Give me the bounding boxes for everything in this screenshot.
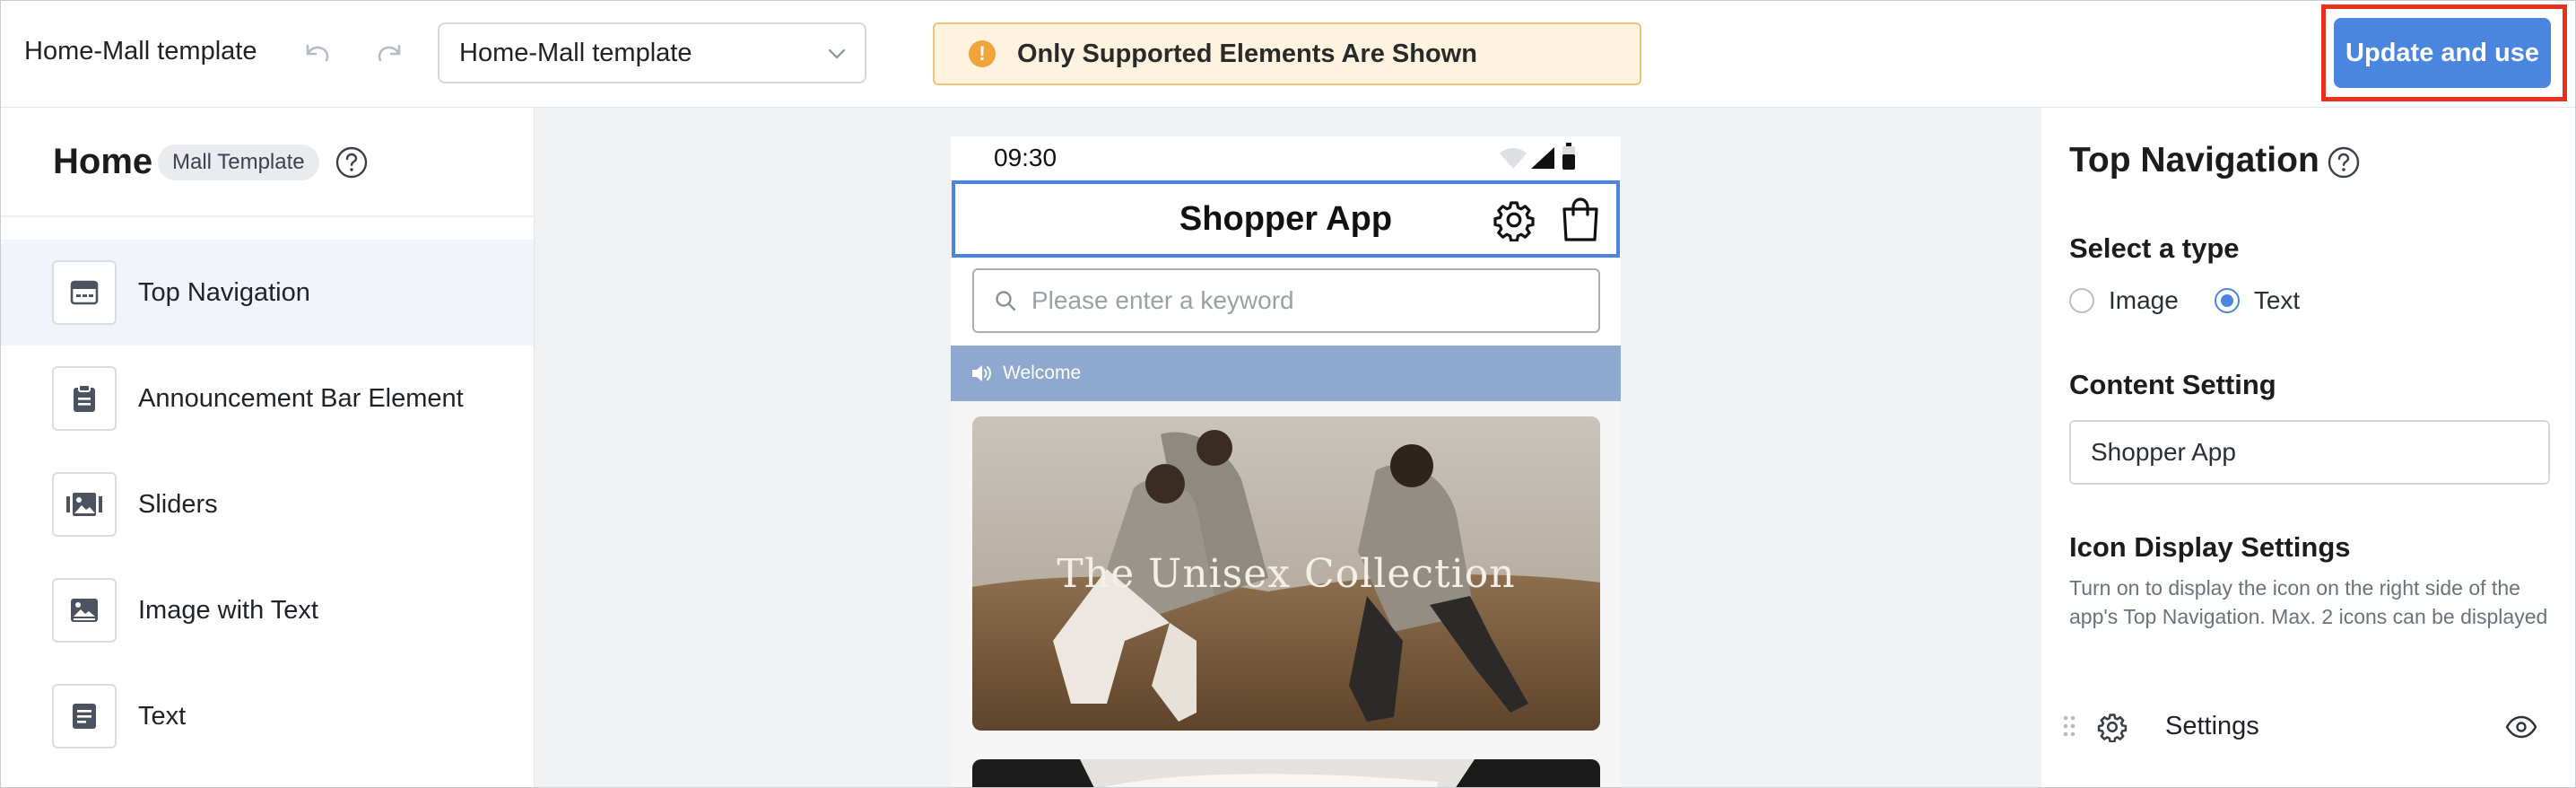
template-select[interactable]: Home-Mall template	[438, 22, 866, 83]
radio-text-label: Text	[2253, 286, 2301, 314]
chevron-down-icon	[828, 48, 846, 59]
top-nav-icon	[52, 260, 117, 325]
app-title: Home-Mall template	[24, 37, 257, 66]
preview-second-banner	[972, 759, 1600, 787]
sidebar-item-label: Sliders	[138, 489, 218, 519]
gear-icon	[1493, 201, 1535, 241]
radio-text[interactable]	[2214, 288, 2240, 313]
search-placeholder: Please enter a keyword	[1031, 286, 1294, 314]
undo-icon	[306, 44, 329, 62]
announcement-text: Welcome	[1003, 363, 1082, 383]
preview-search-input[interactable]: Please enter a keyword	[972, 268, 1600, 333]
sidebar-item-top-navigation[interactable]: Top Navigation	[1, 240, 534, 346]
undo-button[interactable]	[300, 35, 336, 71]
sidebar-header: Home Mall Template	[1, 108, 534, 217]
sidebar-item-label: Announcement Bar Element	[138, 383, 464, 413]
preview-slider-banner[interactable]: The Unisex Collection	[972, 416, 1600, 731]
banner-caption: The Unisex Collection	[1057, 551, 1516, 597]
icon-settings-description: Turn on to display the icon on the right…	[2069, 576, 2548, 628]
wifi-icon	[1500, 148, 1527, 169]
speaker-icon	[972, 365, 991, 381]
top-toolbar: Home-Mall template Home-Mall template ! …	[1, 1, 2575, 108]
phone-preview: 09:30 Shopper App Please enter a keyword…	[951, 136, 1621, 787]
shopping-bag-icon	[1562, 197, 1598, 241]
sidebar-item-label: Image with Text	[138, 595, 318, 625]
icon-settings-heading: Icon Display Settings	[2069, 531, 2351, 563]
icon-row-label: Settings	[2165, 712, 2259, 740]
icon-row-settings: Settings	[2061, 705, 2550, 749]
update-and-use-button[interactable]: Update and use	[2334, 18, 2551, 88]
sidebar-item-sliders[interactable]: Sliders	[1, 451, 534, 557]
clipboard-icon	[52, 366, 117, 431]
sidebar-item-label: Text	[138, 701, 187, 731]
redo-button[interactable]	[370, 35, 406, 71]
preview-top-navigation[interactable]: Shopper App	[952, 180, 1620, 258]
image-icon	[52, 578, 117, 643]
help-icon[interactable]	[335, 145, 369, 179]
redo-icon	[378, 44, 401, 62]
gear-icon	[2097, 714, 2128, 742]
signal-icon	[1531, 147, 1554, 169]
type-heading: Select a type	[2069, 232, 2240, 264]
status-bar: 09:30	[951, 136, 1621, 181]
type-radio-group: Image Text	[2069, 286, 2300, 315]
status-time: 09:30	[994, 144, 1057, 171]
settings-panel: Top Navigation Select a type Image Text …	[2041, 108, 2575, 787]
radio-image-label: Image	[2109, 286, 2179, 314]
sidebar-item-label: Top Navigation	[138, 277, 310, 307]
panel-title: Top Navigation	[2069, 141, 2319, 179]
warning-icon: !	[969, 40, 996, 67]
content-setting-input[interactable]	[2069, 420, 2550, 485]
sidebar-item-text[interactable]: Text	[1, 663, 534, 769]
preview-announcement-bar[interactable]: Welcome	[951, 346, 1621, 401]
radio-image[interactable]	[2069, 288, 2094, 313]
template-select-value: Home-Mall template	[459, 38, 692, 67]
template-tag: Mall Template	[158, 144, 319, 180]
battery-icon	[1562, 143, 1575, 170]
support-warning-banner: ! Only Supported Elements Are Shown	[933, 22, 1641, 85]
help-icon[interactable]	[2327, 145, 2361, 179]
sidebar-item-announcement-bar[interactable]: Announcement Bar Element	[1, 346, 534, 451]
app-window: Home-Mall template Home-Mall template ! …	[0, 0, 2576, 788]
banner-photo	[972, 759, 1600, 787]
warning-text: Only Supported Elements Are Shown	[1017, 39, 1477, 68]
left-sidebar: Home Mall Template Top Navigation Announ…	[1, 108, 535, 787]
preview-canvas: 09:30 Shopper App Please enter a keyword…	[535, 108, 2041, 787]
gallery-icon	[52, 472, 117, 537]
drag-handle-icon[interactable]	[2061, 714, 2077, 739]
preview-search-section: Please enter a keyword	[951, 258, 1621, 346]
document-icon	[52, 684, 117, 749]
eye-icon[interactable]	[2505, 715, 2537, 739]
page-title: Home	[53, 142, 153, 181]
content-heading: Content Setting	[2069, 369, 2276, 400]
sidebar-item-image-with-text[interactable]: Image with Text	[1, 557, 534, 663]
search-icon	[996, 291, 1016, 311]
